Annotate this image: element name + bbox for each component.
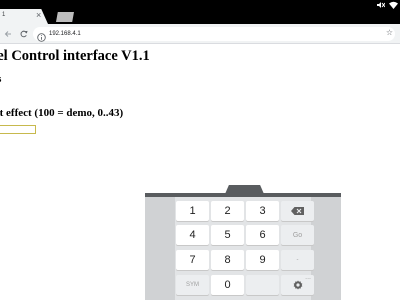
bookmark-star-icon[interactable]: ☆	[386, 28, 393, 37]
page-title: xel Control interface V1.1	[0, 48, 150, 64]
tab-title: 1	[2, 12, 6, 18]
wifi-icon	[389, 1, 398, 9]
key-0[interactable]: 0	[211, 275, 244, 295]
keyboard-left-gutter	[145, 197, 175, 300]
more-options-indicator: ...	[305, 274, 311, 281]
backspace-icon	[291, 207, 304, 215]
key-8[interactable]: 8	[211, 250, 244, 270]
browser-tab[interactable]: 1 ×	[0, 9, 48, 24]
go-key[interactable]: Go	[281, 225, 314, 245]
new-tab-button[interactable]	[56, 12, 74, 22]
key-9[interactable]: 9	[246, 250, 279, 270]
backspace-key[interactable]	[281, 201, 314, 221]
status-bar: 1 ×	[0, 0, 400, 24]
effect-input[interactable]	[0, 125, 36, 134]
dash-key[interactable]: -	[281, 250, 314, 270]
url-text: 192.168.4.1	[49, 31, 81, 37]
key-3[interactable]: 3	[246, 201, 279, 221]
system-icons	[376, 0, 398, 9]
settings-gear-icon	[293, 280, 302, 290]
key-1[interactable]: 1	[176, 201, 209, 221]
keyboard-right-gutter	[311, 197, 341, 300]
section-heading: ess	[0, 73, 1, 85]
settings-key[interactable]: ...	[281, 274, 314, 295]
reload-icon[interactable]	[18, 28, 30, 40]
address-bar[interactable]: 192.168.4.1 ☆	[33, 27, 395, 42]
back-arrow-icon[interactable]	[2, 28, 14, 40]
symbols-key[interactable]: SYM	[176, 275, 209, 295]
close-tab-icon[interactable]: ×	[36, 10, 41, 20]
key-7[interactable]: 7	[176, 250, 209, 270]
mute-icon	[376, 1, 385, 9]
key-4[interactable]: 4	[176, 225, 209, 245]
browser-toolbar: 192.168.4.1 ☆	[0, 24, 400, 44]
key-2[interactable]: 2	[211, 201, 244, 221]
key-6[interactable]: 6	[246, 225, 279, 245]
effect-field-label: ght effect (100 = demo, 0..43)	[0, 107, 124, 119]
key-5[interactable]: 5	[211, 225, 244, 245]
blank-key[interactable]	[246, 275, 279, 295]
info-icon[interactable]	[37, 29, 46, 47]
